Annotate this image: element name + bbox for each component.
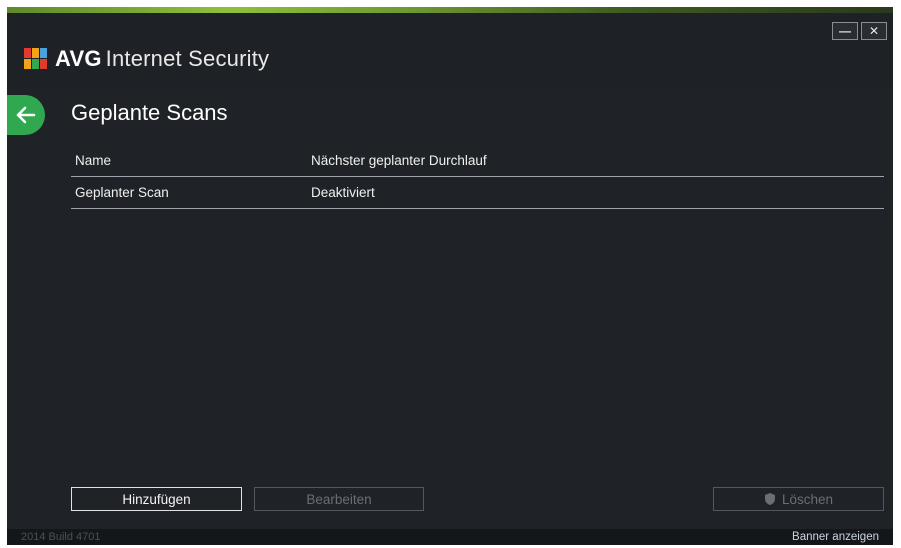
column-header-name[interactable]: Name bbox=[75, 153, 111, 168]
column-header-next-run[interactable]: Nächster geplanter Durchlauf bbox=[311, 153, 487, 168]
edit-button[interactable]: Bearbeiten bbox=[254, 487, 424, 511]
table-row[interactable]: Geplanter Scan Deaktiviert bbox=[71, 177, 884, 209]
window-controls: — ✕ bbox=[832, 22, 887, 40]
avg-logo-icon bbox=[24, 48, 47, 69]
page-title: Geplante Scans bbox=[71, 100, 228, 125]
app-brand: AVG bbox=[55, 46, 102, 71]
show-banner-link[interactable]: Banner anzeigen bbox=[792, 531, 879, 543]
back-button[interactable] bbox=[7, 95, 45, 135]
arrow-left-icon bbox=[16, 106, 36, 124]
cell-scan-name: Geplanter Scan bbox=[75, 185, 169, 200]
title-bar: AVG Internet Security — ✕ bbox=[7, 13, 893, 87]
app-title: AVG Internet Security bbox=[55, 46, 269, 72]
delete-button[interactable]: Löschen bbox=[713, 487, 884, 511]
status-bar: 2014 Build 4701 Banner anzeigen bbox=[7, 529, 893, 545]
app-product-name: Internet Security bbox=[105, 46, 270, 71]
scans-table: Name Nächster geplanter Durchlauf Geplan… bbox=[71, 145, 884, 209]
delete-button-label: Löschen bbox=[781, 491, 834, 507]
add-button[interactable]: Hinzufügen bbox=[71, 487, 242, 511]
shield-icon bbox=[764, 493, 775, 505]
minimize-button[interactable]: — bbox=[832, 22, 858, 40]
close-button[interactable]: ✕ bbox=[861, 22, 887, 40]
cell-next-run: Deaktiviert bbox=[311, 185, 375, 200]
table-header: Name Nächster geplanter Durchlauf bbox=[71, 145, 884, 177]
build-info: 2014 Build 4701 bbox=[21, 531, 101, 543]
app-window: AVG Internet Security — ✕ Geplante Scans … bbox=[7, 7, 893, 545]
